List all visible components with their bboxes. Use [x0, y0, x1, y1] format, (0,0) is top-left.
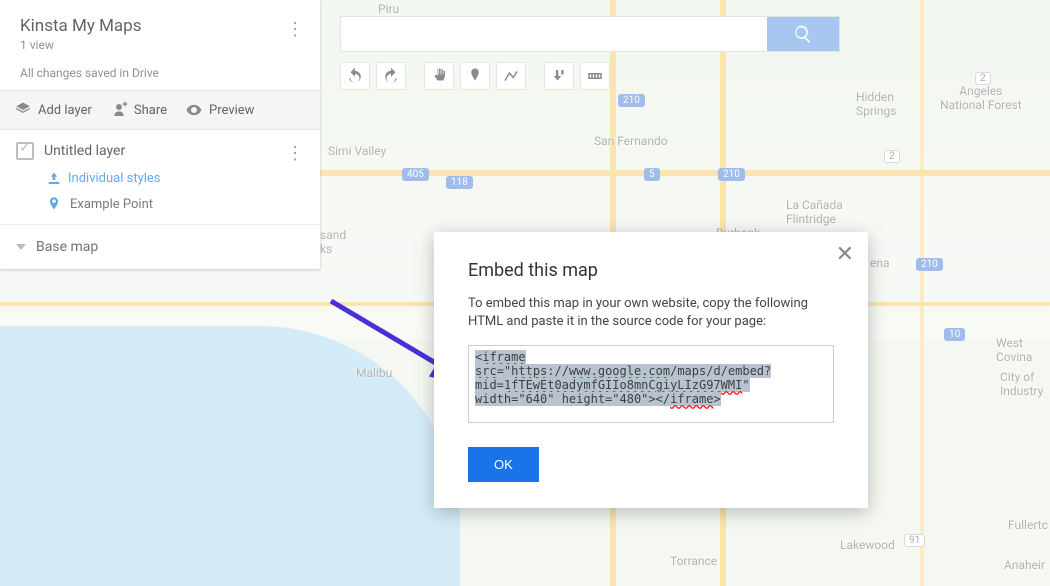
close-icon: ✕ [836, 242, 854, 267]
save-status: All changes saved in Drive [20, 66, 300, 80]
layer-name: Untitled layer [44, 143, 125, 159]
layer-section: Untitled layer Individual styles Example… [0, 130, 320, 224]
place-pin-icon [46, 196, 62, 212]
map-title[interactable]: Kinsta My Maps [20, 16, 300, 36]
layers-icon [14, 101, 32, 119]
panel-menu-icon[interactable]: ⋮ [280, 14, 310, 44]
add-layer-button[interactable]: Add layer [14, 101, 92, 119]
individual-styles-link[interactable]: Individual styles [46, 170, 304, 186]
modal-title: Embed this map [468, 260, 834, 281]
layer-menu-icon[interactable]: ⋮ [280, 138, 310, 168]
directions-icon [550, 67, 568, 85]
share-label: Share [134, 103, 167, 118]
preview-label: Preview [209, 103, 254, 118]
select-tool[interactable] [424, 62, 454, 90]
layer-point[interactable]: Example Point [46, 196, 304, 212]
redo-icon [382, 67, 400, 85]
redo-button[interactable] [376, 62, 406, 90]
panel-toolbar: Add layer Share Preview [0, 90, 320, 130]
layer-row[interactable]: Untitled layer [16, 142, 304, 160]
search-button[interactable] [767, 17, 839, 51]
marker-tool[interactable] [460, 62, 490, 90]
ok-button[interactable]: OK [468, 447, 539, 482]
search-input[interactable] [341, 17, 767, 51]
eye-icon [185, 101, 203, 119]
chevron-down-icon [16, 244, 26, 250]
line-icon [502, 67, 520, 85]
pin-icon [466, 67, 484, 85]
basemap-row[interactable]: Base map [0, 224, 320, 269]
layer-checkbox-icon[interactable] [16, 142, 34, 160]
preview-button[interactable]: Preview [185, 101, 254, 119]
undo-button[interactable] [340, 62, 370, 90]
hand-icon [430, 67, 448, 85]
modal-description: To embed this map in your own website, c… [468, 295, 834, 331]
search-icon [793, 24, 813, 44]
add-layer-label: Add layer [38, 103, 92, 118]
search-box [340, 16, 840, 52]
share-button[interactable]: Share [110, 101, 167, 119]
share-icon [110, 101, 128, 119]
undo-icon [346, 67, 364, 85]
view-count: 1 view [20, 38, 300, 52]
embed-code-textarea[interactable]: <iframe src="https://www.google.com/maps… [468, 345, 834, 423]
line-tool[interactable] [496, 62, 526, 90]
directions-tool[interactable] [544, 62, 574, 90]
embed-modal: ✕ Embed this map To embed this map in yo… [434, 232, 868, 508]
map-toolbar [340, 62, 610, 90]
side-panel: Kinsta My Maps 1 view All changes saved … [0, 0, 320, 269]
style-icon [46, 170, 62, 186]
measure-tool[interactable] [580, 62, 610, 90]
close-button[interactable]: ✕ [836, 242, 854, 267]
ruler-icon [586, 67, 604, 85]
